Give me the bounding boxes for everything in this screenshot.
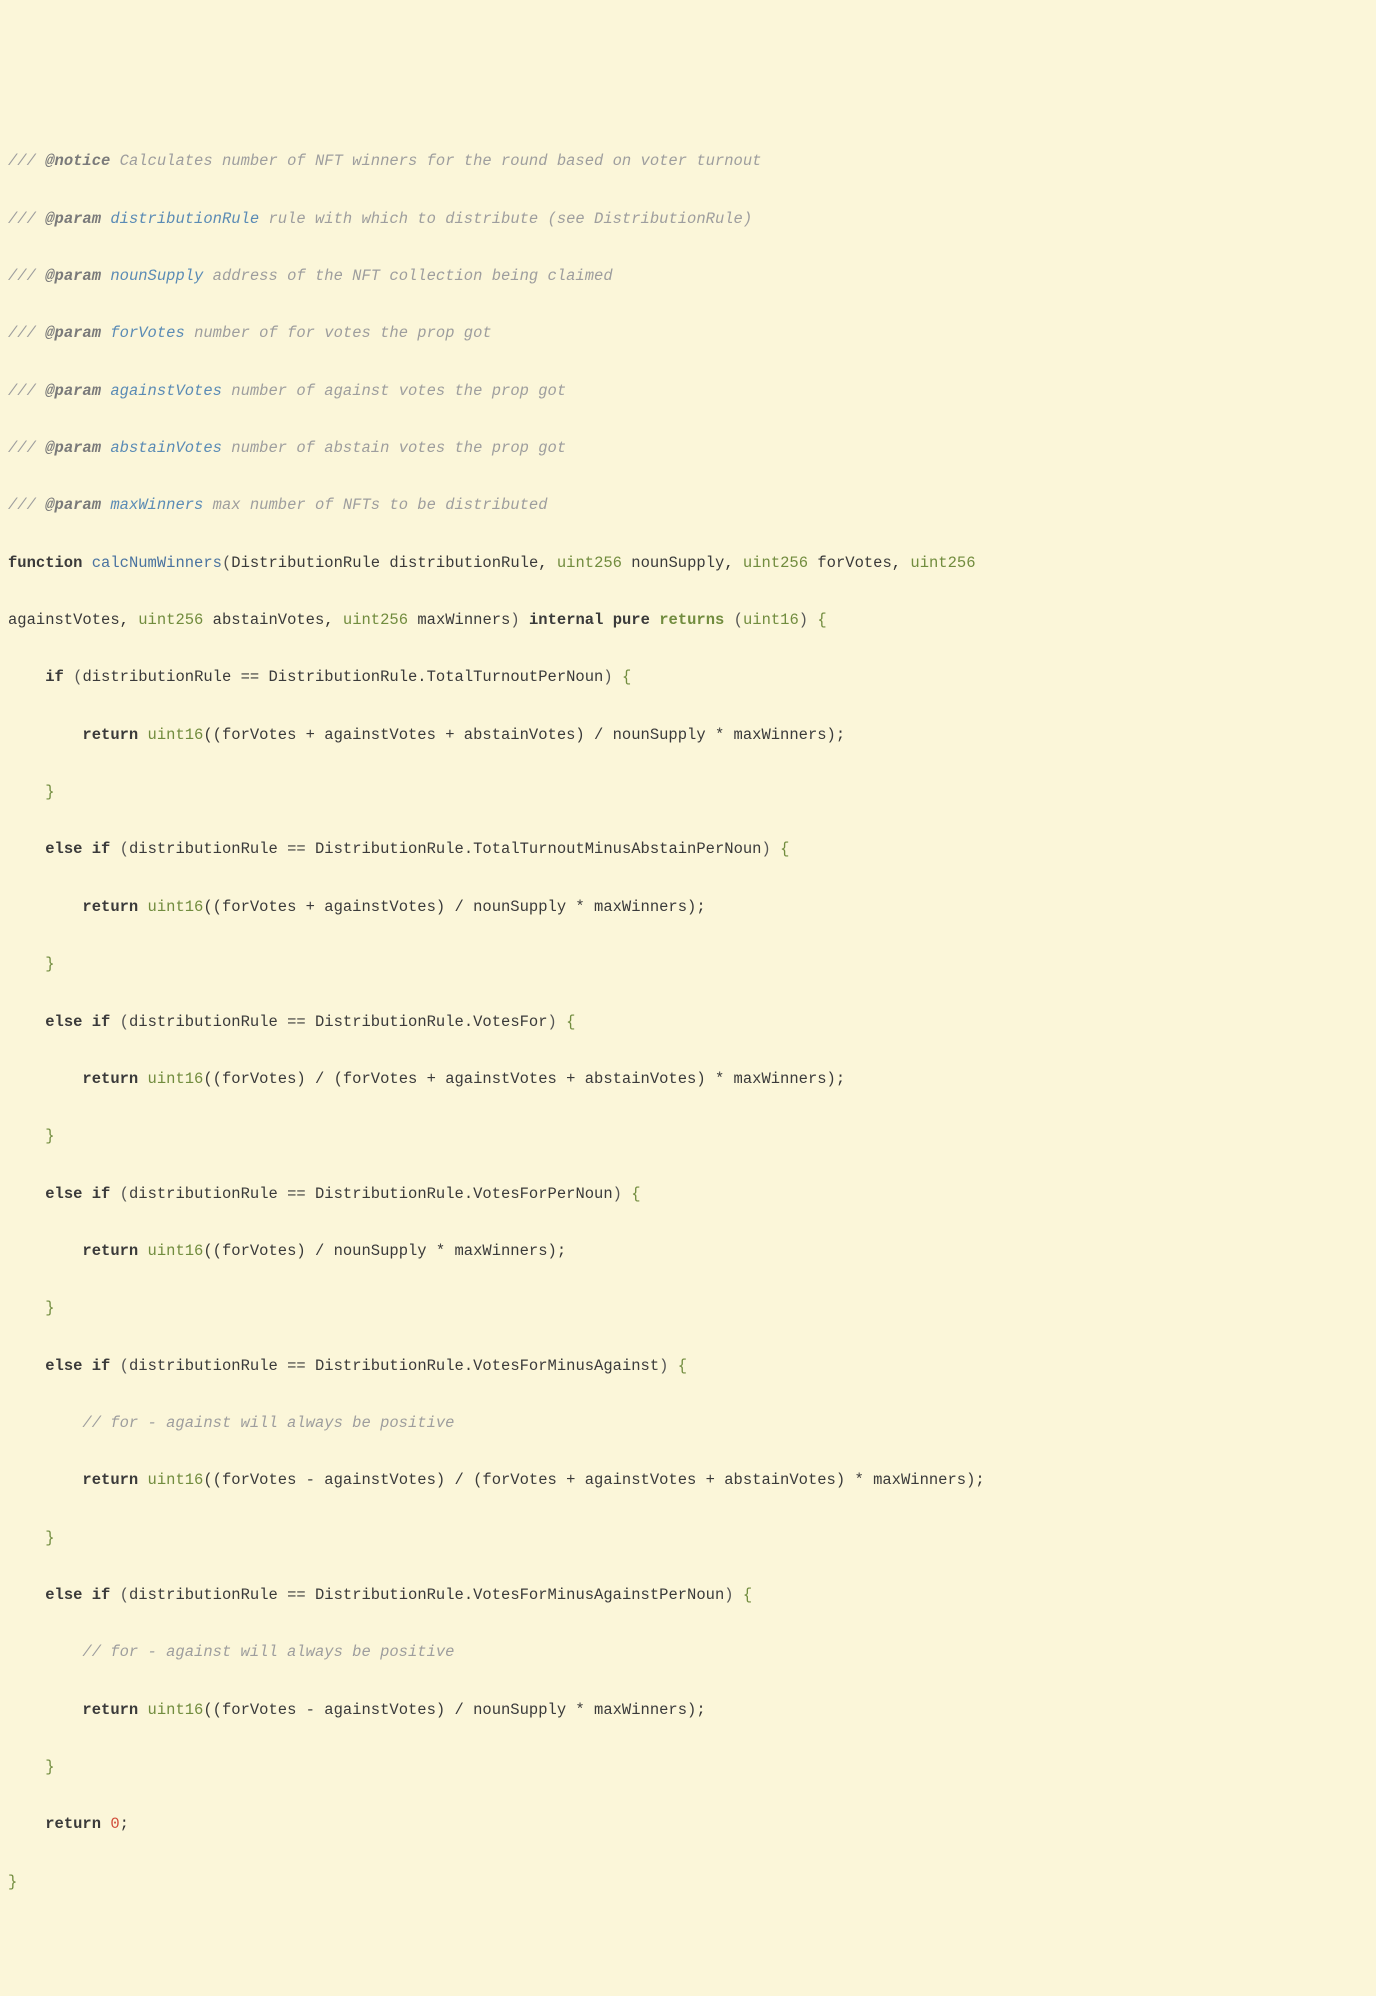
else-if-line: else if (distributionRule == Distributio…	[8, 1352, 1360, 1381]
if-line: if (distributionRule == DistributionRule…	[8, 663, 1360, 692]
else-if-line: else if (distributionRule == Distributio…	[8, 1581, 1360, 1610]
inline-comment-line: // for - against will always be positive	[8, 1638, 1360, 1667]
close-brace-line: }	[8, 1868, 1360, 1897]
doc-comment-line: /// @param againstVotes number of agains…	[8, 377, 1360, 406]
doc-comment-line: /// @param forVotes number of for votes …	[8, 319, 1360, 348]
doc-comment-line: /// @notice Calculates number of NFT win…	[8, 147, 1360, 176]
doc-comment-line: /// @param maxWinners max number of NFTs…	[8, 491, 1360, 520]
return-line: return uint16((forVotes) / nounSupply * …	[8, 1237, 1360, 1266]
function-signature-line-2: againstVotes, uint256 abstainVotes, uint…	[8, 606, 1360, 635]
doc-comment-line: /// @param abstainVotes number of abstai…	[8, 434, 1360, 463]
close-brace-line: }	[8, 1294, 1360, 1323]
doc-comment-line: /// @param nounSupply address of the NFT…	[8, 262, 1360, 291]
doc-comment-line: /// @param distributionRule rule with wh…	[8, 205, 1360, 234]
return-line: return uint16((forVotes + againstVotes +…	[8, 721, 1360, 750]
return-line: return uint16((forVotes - againstVotes) …	[8, 1466, 1360, 1495]
code-content: /// @notice Calculates number of NFT win…	[8, 147, 1360, 1896]
inline-comment-line: // for - against will always be positive	[8, 1409, 1360, 1438]
return-line: return uint16((forVotes - againstVotes) …	[8, 1696, 1360, 1725]
close-brace-line: }	[8, 1524, 1360, 1553]
function-signature-line: function calcNumWinners(DistributionRule…	[8, 549, 1360, 578]
return-line: return uint16((forVotes + againstVotes) …	[8, 893, 1360, 922]
close-brace-line: }	[8, 1122, 1360, 1151]
close-brace-line: }	[8, 1753, 1360, 1782]
return-line: return uint16((forVotes) / (forVotes + a…	[8, 1065, 1360, 1094]
else-if-line: else if (distributionRule == Distributio…	[8, 835, 1360, 864]
else-if-line: else if (distributionRule == Distributio…	[8, 1180, 1360, 1209]
return-zero-line: return 0;	[8, 1810, 1360, 1839]
code-block: /// @notice Calculates number of NFT win…	[8, 119, 1360, 1925]
close-brace-line: }	[8, 778, 1360, 807]
close-brace-line: }	[8, 950, 1360, 979]
else-if-line: else if (distributionRule == Distributio…	[8, 1008, 1360, 1037]
